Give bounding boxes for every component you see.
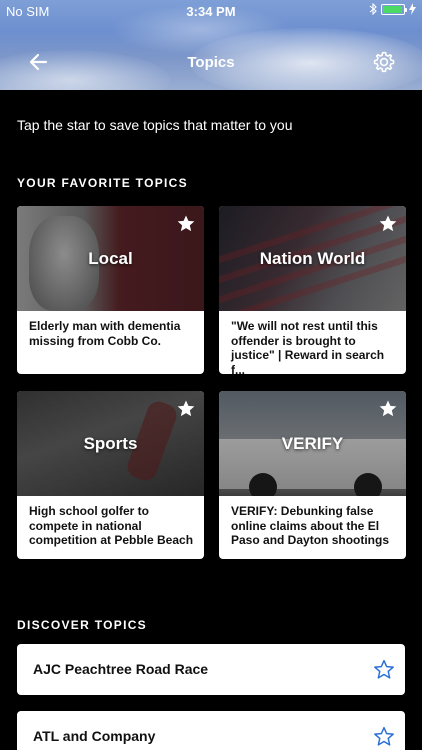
topic-card-nation-world[interactable]: Nation World "We will not rest until thi… — [219, 206, 406, 374]
star-filled-icon[interactable] — [378, 214, 398, 234]
star-filled-icon[interactable] — [176, 214, 196, 234]
intro-text: Tap the star to save topics that matter … — [17, 117, 293, 133]
favorites-section-title: YOUR FAVORITE TOPICS — [17, 176, 188, 190]
topic-card-sports[interactable]: Sports High school golfer to compete in … — [17, 391, 204, 559]
battery-icon — [381, 3, 407, 15]
charging-bolt-icon — [409, 3, 416, 15]
discover-section-title: DISCOVER TOPICS — [17, 618, 147, 632]
topic-card-headline[interactable]: Elderly man with dementia missing from C… — [29, 319, 194, 348]
bluetooth-icon — [369, 3, 377, 15]
page-title: Topics — [187, 54, 235, 71]
status-time: 3:34 PM — [186, 4, 236, 19]
star-outline-icon[interactable] — [373, 659, 395, 681]
navigation-bar: Topics — [0, 40, 422, 84]
status-bar: No SIM 3:34 PM — [0, 0, 422, 22]
star-filled-icon[interactable] — [378, 399, 398, 419]
topic-card-headline[interactable]: "We will not rest until this offender is… — [231, 319, 396, 374]
list-item[interactable]: AJC Peachtree Road Race — [17, 644, 405, 695]
star-outline-icon[interactable] — [373, 726, 395, 748]
topic-card-verify[interactable]: VERIFY VERIFY: Debunking false online cl… — [219, 391, 406, 559]
gear-icon[interactable] — [372, 50, 396, 74]
list-item[interactable]: ATL and Company — [17, 711, 405, 750]
status-icons — [369, 3, 416, 15]
topic-card-headline[interactable]: VERIFY: Debunking false online claims ab… — [231, 504, 396, 548]
header-background: No SIM 3:34 PM Topics — [0, 0, 422, 90]
topic-card-local[interactable]: Local Elderly man with dementia missing … — [17, 206, 204, 374]
topic-card-headline[interactable]: High school golfer to compete in nationa… — [29, 504, 194, 548]
topic-row-label: ATL and Company — [33, 728, 156, 744]
topic-row-label: AJC Peachtree Road Race — [33, 661, 209, 677]
battery-fill — [383, 5, 402, 13]
star-filled-icon[interactable] — [176, 399, 196, 419]
